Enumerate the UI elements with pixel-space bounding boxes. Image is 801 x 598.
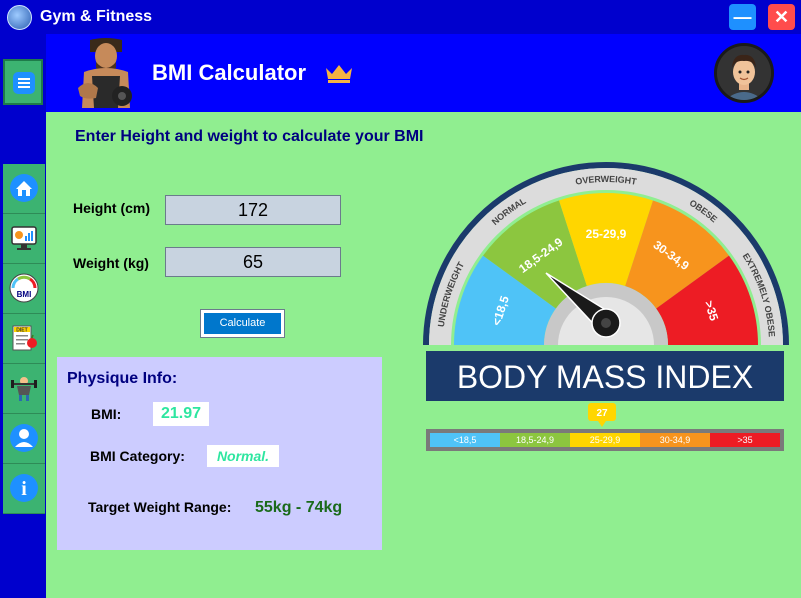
app-header: BMI Calculator [46, 34, 801, 112]
sidebar-item-workout[interactable] [3, 364, 45, 414]
sidebar-item-diet[interactable]: DIET [3, 314, 45, 364]
physique-info-title: Physique Info: [67, 370, 178, 387]
title-bar: Gym & Fitness — ✕ [0, 0, 801, 34]
bmi-gauge-icon: BMI [9, 273, 39, 303]
user-profile-icon [10, 424, 38, 452]
height-label: Height (cm) [73, 200, 150, 216]
scale-label: <18,5 [454, 435, 477, 445]
page-title: BMI Calculator [152, 60, 307, 85]
physique-info-panel: Physique Info: BMI: 21.97 BMI Category: … [57, 357, 382, 550]
avatar-icon [717, 46, 771, 100]
gauge-marker: 27 [588, 403, 616, 427]
diet-icon-text: DIET [16, 328, 27, 334]
bmi-value: 21.97 [153, 402, 209, 426]
crown-icon [326, 65, 352, 83]
app-title: Gym & Fitness [40, 8, 153, 25]
sidebar-item-profile[interactable] [3, 414, 45, 464]
calculate-button-label: Calculate [204, 313, 281, 334]
sidebar-item-dashboard[interactable] [3, 214, 45, 264]
target-weight-label: Target Weight Range: [88, 499, 232, 515]
height-input[interactable]: 172 [165, 195, 341, 225]
menu-toggle-button[interactable] [3, 59, 43, 105]
app-logo-icon [7, 5, 32, 30]
scale-label: 25-29,9 [590, 435, 621, 445]
scale-label: 18,5-24,9 [516, 435, 554, 445]
info-icon-text: i [21, 478, 27, 500]
bmi-label: BMI: [91, 406, 122, 422]
target-weight-value: 55kg - 74kg [255, 499, 343, 516]
bmi-gauge-chart: UNDERWEIGHTNORMALOVERWEIGHTOBESEEXTREMEL… [423, 162, 789, 451]
info-icon: i [10, 474, 38, 502]
instruction-text: Enter Height and weight to calculate you… [75, 128, 424, 145]
sidebar-item-home[interactable] [3, 164, 45, 214]
diet-plan-icon: DIET [12, 325, 37, 351]
sidebar-item-info[interactable]: i [3, 464, 45, 514]
close-button[interactable]: ✕ [768, 4, 795, 30]
gauge-marker-text: 27 [596, 408, 608, 419]
dashboard-icon [11, 226, 37, 250]
bmi-category-label: BMI Category: [90, 448, 185, 464]
gauge-banner-text: BODY MASS INDEX [457, 359, 753, 395]
gauge-range-label: 25-29,9 [586, 227, 627, 241]
scale-label: 30-34,9 [660, 435, 691, 445]
bodybuilder-mascot-icon [78, 38, 132, 108]
workout-icon [11, 377, 37, 401]
scale-label: >35 [737, 435, 752, 445]
sidebar-item-bmi[interactable]: BMI [3, 264, 45, 314]
user-avatar[interactable] [714, 43, 774, 103]
minimize-button[interactable]: — [729, 4, 756, 30]
calculate-button[interactable]: Calculate [200, 309, 285, 338]
weight-input[interactable]: 65 [165, 247, 341, 277]
bmi-icon-text: BMI [17, 290, 32, 299]
home-icon [10, 174, 38, 202]
sidebar: BMI DIET i [0, 34, 46, 598]
hamburger-menu-icon [13, 72, 35, 94]
sidebar-nav: BMI DIET i [3, 164, 45, 514]
weight-label: Weight (kg) [73, 255, 149, 271]
bmi-category-value: Normal. [207, 445, 279, 467]
